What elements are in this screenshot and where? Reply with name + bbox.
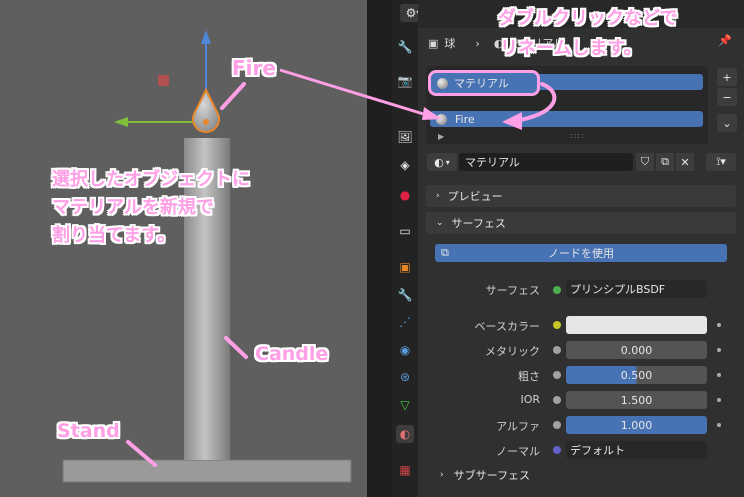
surface-label: サーフェス: [485, 284, 540, 297]
select-note-line3: 割り当てます。: [52, 225, 176, 246]
tool-tab-icon[interactable]: 🔧: [396, 38, 414, 56]
base-color-swatch[interactable]: [566, 316, 707, 334]
remove-slot-button[interactable]: −: [717, 88, 737, 106]
stand-annotation: Stand: [57, 420, 120, 442]
keyframe-dot-icon[interactable]: [717, 373, 721, 377]
view-layer-tab-icon[interactable]: 🖼: [396, 128, 414, 146]
x-handle-icon: [158, 75, 169, 86]
normal-input-select[interactable]: デフォルト: [566, 441, 707, 459]
vector-socket-icon: [553, 446, 561, 454]
ior-field[interactable]: 1.500: [566, 391, 707, 409]
unlink-material-icon[interactable]: ✕: [676, 153, 694, 171]
ior-label: IOR: [520, 393, 540, 406]
preview-panel-title: プレビュー: [447, 190, 503, 203]
material-sphere-icon: ◐: [434, 155, 444, 169]
y-arrow-icon: [114, 117, 128, 127]
browse-material-button[interactable]: ◐ ▾: [427, 153, 457, 171]
chevron-right-icon: ›: [475, 36, 480, 50]
surface-panel-title: サーフェス: [451, 217, 506, 230]
rename-arrow: [502, 82, 557, 130]
alpha-label: アルファ: [496, 420, 540, 433]
pin-icon[interactable]: 📌: [718, 34, 732, 47]
rename-note-line1: ダブルクリックなどで: [498, 8, 678, 29]
value-socket-icon: [553, 346, 561, 354]
rename-note-line2: リネームします。: [500, 38, 642, 59]
stand-mesh: [62, 459, 352, 483]
chevron-down-icon: ▾: [445, 157, 450, 167]
collection-tab-icon[interactable]: ▭: [396, 222, 414, 240]
preview-panel-header[interactable]: › プレビュー: [426, 185, 736, 207]
roughness-field[interactable]: 0.500: [566, 366, 707, 384]
subsurface-subpanel-header[interactable]: › サブサーフェス: [440, 466, 530, 484]
node-tree-icon[interactable]: ⟟▾: [706, 153, 736, 171]
chevron-right-icon: ›: [440, 470, 444, 480]
keyframe-dot-icon[interactable]: [717, 398, 721, 402]
chevron-down-icon: ⌄: [436, 218, 444, 228]
metallic-label: メタリック: [485, 345, 540, 358]
metallic-field[interactable]: 0.000: [566, 341, 707, 359]
object-icon: ▣: [428, 36, 439, 50]
resize-grip-icon[interactable]: ::::: [570, 131, 585, 140]
constraints-tab-icon[interactable]: ⊛: [396, 368, 414, 386]
value-socket-icon: [553, 371, 561, 379]
modifier-tab-icon[interactable]: 🔧: [396, 286, 414, 304]
rename-note: ダブルクリックなどで リネームします。: [498, 4, 678, 64]
surface-shader-select[interactable]: プリンシプルBSDF: [566, 280, 707, 298]
candle-annotation: Candle: [255, 343, 329, 365]
value-socket-icon: [553, 421, 561, 429]
roughness-label: 粗さ: [518, 370, 540, 383]
fire-mesh: [192, 87, 220, 133]
z-arrow-icon: [201, 30, 211, 44]
world-tab-icon[interactable]: ●: [396, 186, 414, 204]
object-name: 球: [444, 37, 456, 50]
object-tab-icon[interactable]: ▣: [396, 258, 414, 276]
keyframe-dot-icon[interactable]: [717, 348, 721, 352]
keyframe-dot-icon[interactable]: [717, 323, 721, 327]
color-socket-icon: [553, 321, 561, 329]
chevron-right-icon: ›: [436, 191, 440, 201]
scene-tab-icon[interactable]: ◈: [396, 156, 414, 174]
value-socket-icon: [553, 396, 561, 404]
select-note-line1: 選択したオブジェクトに: [52, 169, 250, 190]
keyframe-dot-icon[interactable]: [717, 423, 721, 427]
use-nodes-button[interactable]: ⧉ ノードを使用: [435, 244, 727, 262]
base-color-label: ベースカラー: [474, 320, 540, 333]
shader-socket-icon: [553, 286, 561, 294]
surface-panel-header[interactable]: ⌄ サーフェス: [426, 212, 736, 234]
alpha-field[interactable]: 1.000: [566, 416, 707, 434]
fire-slot-arrow: [279, 68, 442, 120]
particles-tab-icon[interactable]: ⋰: [396, 313, 414, 331]
slot-specials-button[interactable]: ⌄: [717, 114, 737, 132]
duplicate-material-icon[interactable]: ⧉: [656, 153, 674, 171]
fake-user-shield-icon[interactable]: ⛉: [636, 153, 654, 171]
normal-label: ノーマル: [496, 445, 540, 458]
texture-tab-icon[interactable]: ▦: [396, 461, 414, 479]
material-name-field[interactable]: マテリアル: [459, 153, 633, 171]
use-nodes-label: ノードを使用: [548, 247, 614, 260]
node-icon: ⧉: [441, 246, 449, 259]
select-note: 選択したオブジェクトに マテリアルを新規で 割り当てます。: [52, 166, 250, 250]
physics-tab-icon[interactable]: ◉: [396, 341, 414, 359]
data-tab-icon[interactable]: ▽: [396, 396, 414, 414]
material-tab-icon[interactable]: ◐: [396, 425, 414, 443]
subsurface-title: サブサーフェス: [453, 469, 530, 482]
add-slot-button[interactable]: +: [717, 68, 737, 86]
select-note-line2: マテリアルを新規で: [52, 197, 214, 218]
